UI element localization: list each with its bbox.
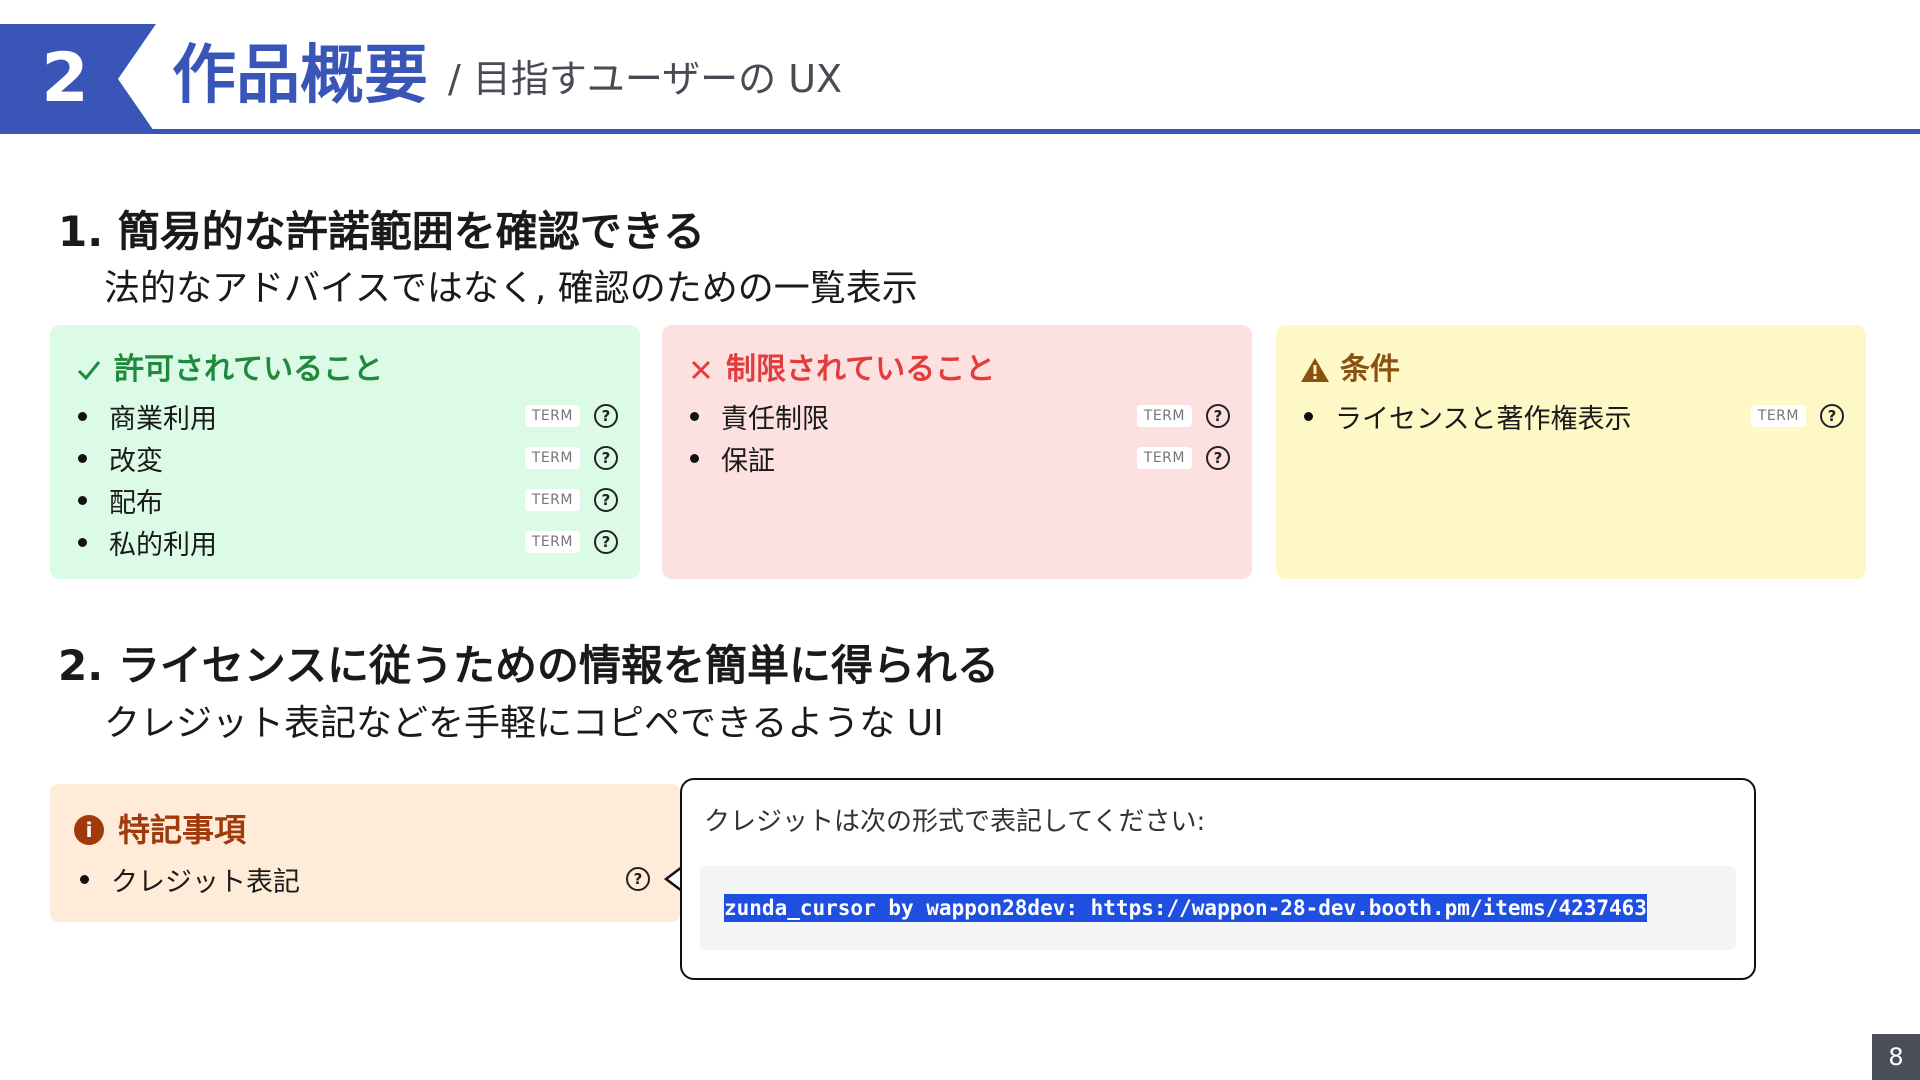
special-notes-card: i 特記事項 クレジット表記 ? [50, 784, 680, 922]
list-item: クレジット表記 ? [74, 858, 656, 900]
term-badge[interactable]: TERM [1136, 447, 1192, 469]
help-icon[interactable]: ? [1206, 404, 1230, 428]
list-item: 改変 TERM ? [72, 437, 618, 479]
credit-code-text[interactable]: zunda_cursor by wappon28dev: https://wap… [724, 894, 1647, 922]
credit-code-box[interactable]: zunda_cursor by wappon28dev: https://wap… [700, 866, 1736, 950]
bullet-icon [78, 537, 87, 547]
credit-popup: クレジットは次の形式で表記してください: zunda_cursor by wap… [680, 778, 1756, 980]
term-badge[interactable]: TERM [524, 489, 580, 511]
section-number: 2 [41, 39, 89, 118]
popup-instruction: クレジットは次の形式で表記してください: [704, 807, 1206, 837]
list-item: ライセンスと著作権表示 TERM ? [1298, 395, 1844, 437]
help-icon[interactable]: ? [626, 867, 650, 891]
bullet-icon [690, 453, 699, 463]
restricted-card-title: 制限されていること [684, 349, 1230, 391]
bullet-icon [690, 411, 699, 421]
term-badge[interactable]: TERM [1750, 405, 1806, 427]
help-icon[interactable]: ? [594, 488, 618, 512]
info-icon: i [74, 815, 104, 845]
page-subtitle: / 目指すユーザーの UX [448, 57, 843, 101]
section1-description: 法的なアドバイスではなく, 確認のための一覧表示 [104, 268, 918, 309]
bullet-icon [78, 453, 87, 463]
help-icon[interactable]: ? [594, 446, 618, 470]
page-number: 8 [1872, 1034, 1920, 1080]
term-badge[interactable]: TERM [524, 405, 580, 427]
section2-description: クレジット表記などを手軽にコピペできるような UI [104, 703, 944, 744]
conditions-card: 条件 ライセンスと著作権表示 TERM ? [1276, 325, 1866, 579]
cross-icon [684, 353, 718, 387]
term-badge[interactable]: TERM [524, 531, 580, 553]
check-icon [72, 353, 106, 387]
conditions-card-title: 条件 [1298, 349, 1844, 391]
term-badge[interactable]: TERM [524, 447, 580, 469]
bullet-icon [78, 411, 87, 421]
list-item: 保証 TERM ? [684, 437, 1230, 479]
restricted-card: 制限されていること 責任制限 TERM ? 保証 TERM ? [662, 325, 1252, 579]
list-item: 商業利用 TERM ? [72, 395, 618, 437]
special-notes-title: i 特記事項 [74, 808, 656, 852]
permitted-card: 許可されていること 商業利用 TERM ? 改変 TERM ? 配布 TERM … [50, 325, 640, 579]
warning-icon [1298, 353, 1332, 387]
term-badge[interactable]: TERM [1136, 405, 1192, 427]
help-icon[interactable]: ? [1820, 404, 1844, 428]
header-divider [0, 129, 1920, 134]
list-item: 責任制限 TERM ? [684, 395, 1230, 437]
bullet-icon [78, 495, 87, 505]
list-item: 私的利用 TERM ? [72, 521, 618, 563]
help-icon[interactable]: ? [594, 404, 618, 428]
section2-heading: 2. ライセンスに従うための情報を簡単に得られる [58, 641, 999, 690]
list-item: 配布 TERM ? [72, 479, 618, 521]
page-title: 作品概要 [172, 39, 428, 113]
section1-heading: 1. 簡易的な許諾範囲を確認できる [58, 207, 705, 256]
help-icon[interactable]: ? [594, 530, 618, 554]
bullet-icon [80, 874, 89, 884]
help-icon[interactable]: ? [1206, 446, 1230, 470]
bullet-icon [1304, 411, 1313, 421]
permitted-card-title: 許可されていること [72, 349, 618, 391]
